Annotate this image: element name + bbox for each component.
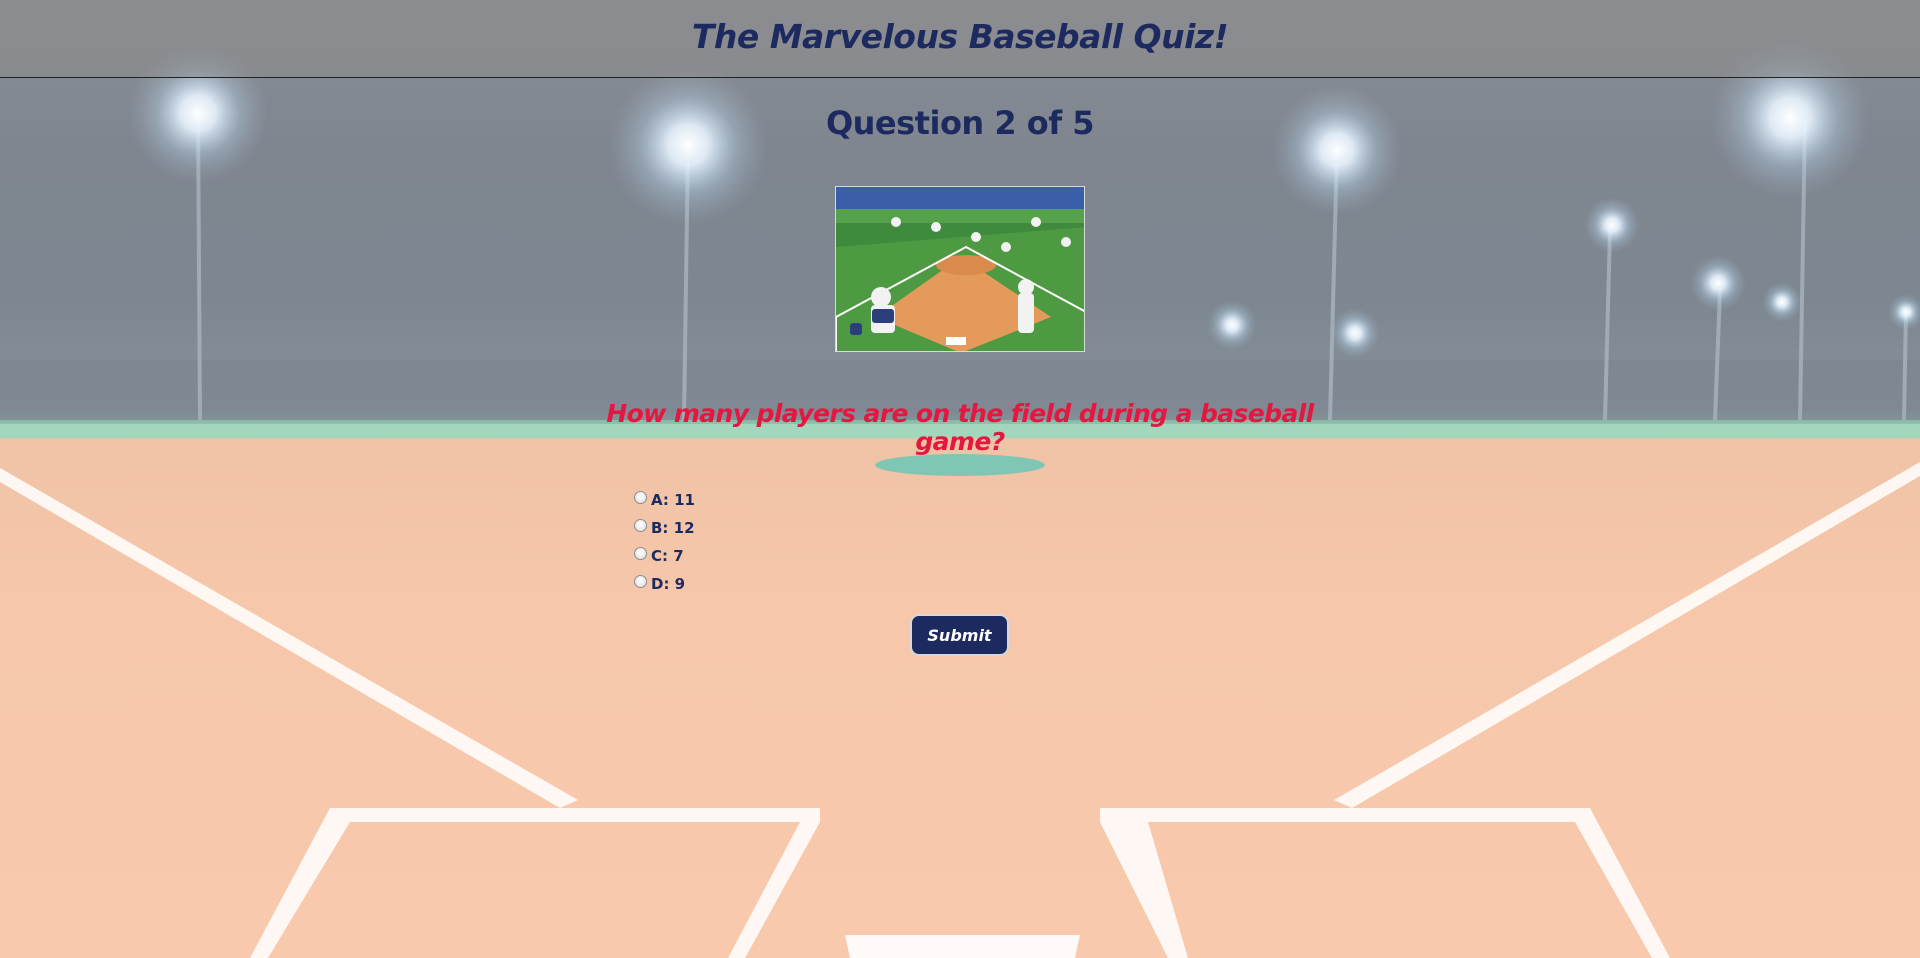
option-a-radio[interactable] [634,491,647,504]
question-counter: Question 2 of 5 [825,104,1095,142]
option-c-radio[interactable] [634,547,647,560]
quiz-container: Question 2 of 5 How many players are on … [0,0,1920,958]
option-d-label[interactable]: D: 9 [651,575,685,593]
submit-button[interactable]: Submit [910,614,1009,656]
option-c[interactable]: C: 7 [634,542,695,570]
question-image [835,186,1085,352]
question-text: How many players are on the field during… [606,399,1314,456]
option-a[interactable]: A: 11 [634,486,695,514]
option-d[interactable]: D: 9 [634,570,695,598]
option-b-radio[interactable] [634,519,647,532]
option-c-label[interactable]: C: 7 [651,547,684,565]
option-a-label[interactable]: A: 11 [651,491,695,509]
answer-options: A: 11 B: 12 C: 7 D: 9 [634,486,695,598]
option-b[interactable]: B: 12 [634,514,695,542]
option-d-radio[interactable] [634,575,647,588]
option-b-label[interactable]: B: 12 [651,519,695,537]
